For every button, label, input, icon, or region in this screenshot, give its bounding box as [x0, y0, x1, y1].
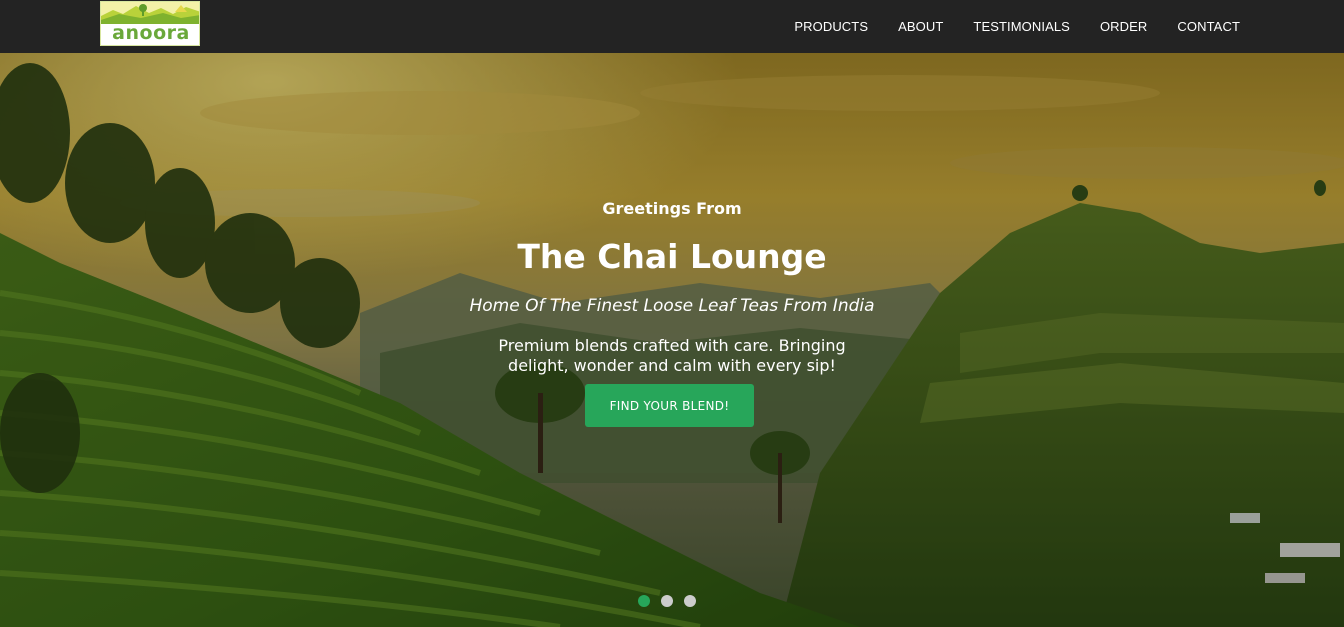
nav-testimonials[interactable]: TESTIMONIALS — [973, 19, 1070, 34]
nav-contact[interactable]: CONTACT — [1177, 19, 1240, 34]
logo-text: anoora — [112, 22, 190, 44]
hero-slider: Greetings From The Chai Lounge Home Of T… — [0, 53, 1344, 627]
nav-about[interactable]: ABOUT — [898, 19, 943, 34]
carousel-dot-2[interactable] — [661, 595, 673, 607]
hero-title: The Chai Lounge — [517, 237, 827, 276]
brand-logo[interactable]: anoora — [100, 1, 200, 46]
top-navbar: anoora PRODUCTS ABOUT TESTIMONIALS ORDER… — [0, 0, 1344, 53]
carousel-dot-1[interactable] — [638, 595, 650, 607]
nav-products[interactable]: PRODUCTS — [794, 19, 868, 34]
hero-greeting: Greetings From — [602, 199, 742, 218]
carousel-dot-3[interactable] — [684, 595, 696, 607]
hero-tagline: Home Of The Finest Loose Leaf Teas From … — [469, 296, 875, 316]
hero-caption: Greetings From The Chai Lounge Home Of T… — [0, 53, 1344, 627]
nav-order[interactable]: ORDER — [1100, 19, 1147, 34]
carousel-indicators — [638, 595, 707, 607]
hero-description: Premium blends crafted with care. Bringi… — [498, 336, 846, 375]
find-your-blend-button[interactable]: FIND YOUR BLEND! — [585, 384, 754, 427]
main-nav: PRODUCTS ABOUT TESTIMONIALS ORDER CONTAC… — [794, 0, 1240, 53]
